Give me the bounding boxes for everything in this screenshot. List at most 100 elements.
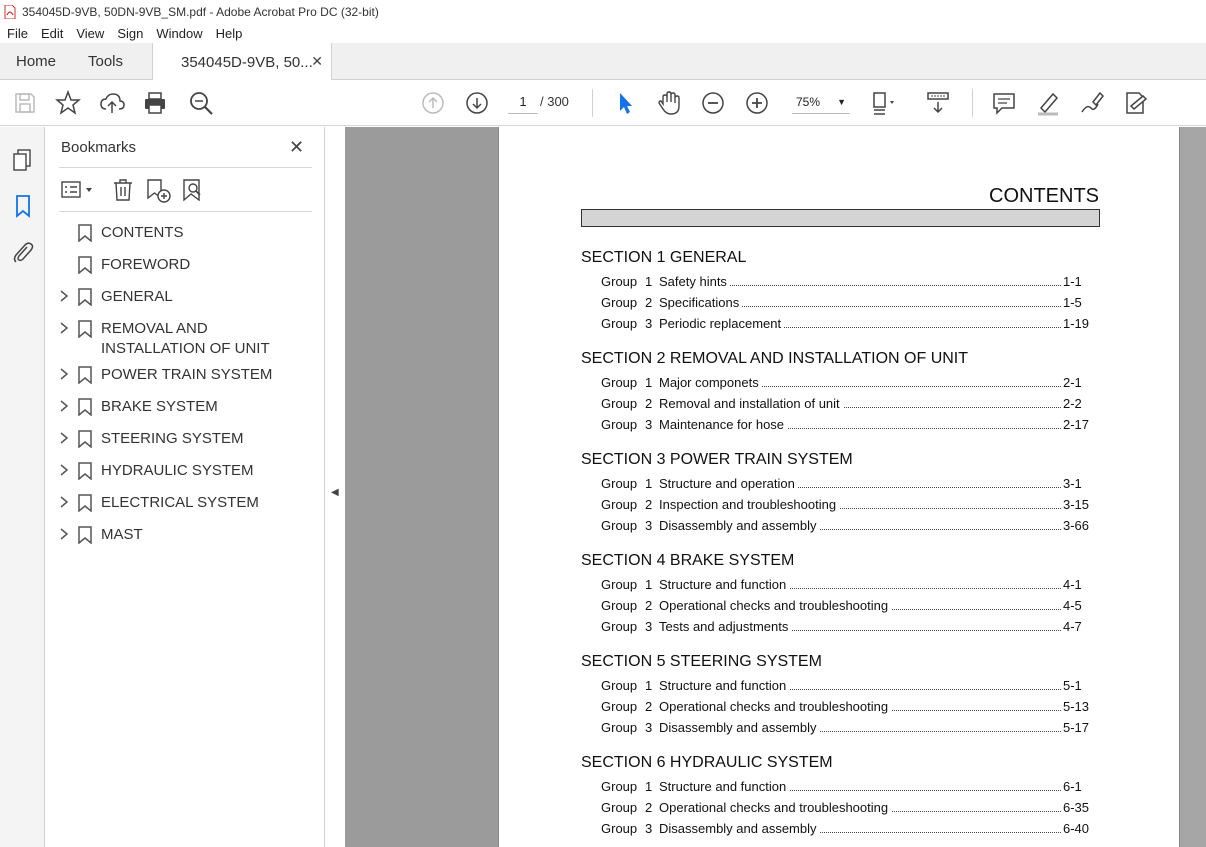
group-number: 3: [645, 821, 653, 836]
bookmark-label: REMOVAL AND INSTALLATION OF UNIT: [101, 320, 270, 357]
page-ref: 2-2: [1063, 396, 1082, 411]
toc-entry[interactable]: Group 2 Operational checks and troubleshoo…: [581, 798, 1101, 819]
chevron-right-icon[interactable]: [59, 321, 69, 335]
toc-section: SECTION 5 STEERING SYSTEM Group 1 Structure…: [581, 651, 1101, 739]
draw-icon[interactable]: [1079, 90, 1105, 116]
toc-entry[interactable]: Group 2 Operational checks and troubleshoo…: [581, 596, 1101, 617]
group-number: 3: [645, 316, 653, 331]
delete-icon[interactable]: [111, 177, 135, 203]
toc-entry[interactable]: Group 1 Structure and function 6-1: [581, 777, 1101, 798]
group-number: 2: [645, 497, 653, 512]
toolbar: [0, 80, 1206, 126]
toc-entry[interactable]: Group 3 Periodic replacement 1-19: [581, 314, 1101, 335]
find-bookmark-icon[interactable]: [181, 177, 207, 203]
chevron-right-icon[interactable]: [59, 399, 69, 413]
toc-entry[interactable]: Group 1 Major componets 2-1: [581, 373, 1101, 394]
options-icon[interactable]: [61, 177, 97, 203]
bookmark-label: FOREWORD: [101, 256, 191, 273]
attachment-icon[interactable]: [10, 239, 36, 265]
page-up-icon[interactable]: [420, 90, 446, 116]
toc-entry[interactable]: Group 1 Structure and function 5-1: [581, 676, 1101, 697]
toc-entry[interactable]: Group 3 Disassembly and assembly 5-17: [581, 718, 1101, 739]
tab-document[interactable]: 354045D-9VB, 50... ✕: [152, 43, 332, 81]
group-number: 3: [645, 720, 653, 735]
toc-entry[interactable]: Group 2 Removal and installation of unit 2-…: [581, 394, 1101, 415]
toc-entry[interactable]: Group 3 Tests and adjustments 4-7: [581, 617, 1101, 638]
tab-tools[interactable]: Tools: [88, 43, 123, 80]
close-icon[interactable]: ✕: [311, 53, 323, 70]
page-number-input[interactable]: 1: [508, 90, 538, 114]
bookmark-label: STEERING SYSTEM: [101, 430, 244, 447]
menu-window[interactable]: Window: [149, 26, 208, 41]
menu-sign[interactable]: Sign: [110, 26, 149, 41]
pdf-page: CONTENTS SECTION 1 GENERAL Group 1 Safety h…: [498, 127, 1180, 847]
bookmarks-icon[interactable]: [10, 193, 36, 219]
group-number: 1: [645, 678, 653, 693]
tab-document-label: 354045D-9VB, 50...: [181, 53, 313, 71]
chevron-right-icon[interactable]: [59, 527, 69, 541]
menu-file[interactable]: File: [0, 26, 34, 41]
group-title: Operational checks and troubleshooting: [659, 800, 892, 815]
section-title: SECTION 6 HYDRAULIC SYSTEM: [581, 754, 833, 771]
tab-home[interactable]: Home: [16, 43, 56, 80]
zoom-out-icon[interactable]: [700, 90, 726, 116]
panel-splitter[interactable]: ◀: [325, 127, 345, 847]
tab-bar: Home Tools 354045D-9VB, 50... ✕: [0, 43, 1206, 81]
select-arrow-icon[interactable]: [612, 90, 638, 116]
collapse-panel-icon[interactable]: ◀: [331, 487, 339, 498]
hand-icon[interactable]: [656, 90, 682, 116]
chevron-right-icon[interactable]: [59, 431, 69, 445]
close-icon[interactable]: ✕: [289, 137, 304, 158]
group-number: 2: [645, 598, 653, 613]
page-fit-icon[interactable]: [870, 90, 896, 116]
fill-sign-icon[interactable]: [1123, 90, 1149, 116]
print-icon[interactable]: [142, 90, 168, 116]
chevron-down-icon: ▼: [837, 97, 846, 107]
group-word: Group: [601, 316, 638, 331]
vertical-scrollbar[interactable]: [1180, 127, 1206, 847]
bookmark-label: BRAKE SYSTEM: [101, 398, 218, 415]
chevron-right-icon[interactable]: [59, 495, 69, 509]
chevron-right-icon[interactable]: [59, 463, 69, 477]
divider: [59, 211, 312, 212]
page-ref: 5-13: [1063, 699, 1090, 714]
group-title: Maintenance for hose: [659, 417, 788, 432]
comment-icon[interactable]: [991, 90, 1017, 116]
save-icon[interactable]: [12, 90, 38, 116]
toc-entry[interactable]: Group 2 Specifications 1-5: [581, 293, 1101, 314]
group-title: Structure and function: [659, 678, 790, 693]
toc-entry[interactable]: Group 1 Structure and operation 3-1: [581, 474, 1101, 495]
group-number: 2: [645, 800, 653, 815]
toc-section: SECTION 2 REMOVAL AND INSTALLATION OF UN…: [581, 348, 1101, 436]
chevron-right-icon[interactable]: [59, 367, 69, 381]
highlight-icon[interactable]: [1035, 90, 1061, 116]
toc-entry[interactable]: Group 1 Structure and function 4-1: [581, 575, 1101, 596]
toc-entry[interactable]: Group 1 Safety hints 1-1: [581, 272, 1101, 293]
upload-icon[interactable]: [99, 90, 125, 116]
pdf-file-icon: [4, 4, 16, 19]
toc-entry[interactable]: Group 3 Maintenance for hose 2-17: [581, 415, 1101, 436]
toc-section: SECTION 1 GENERAL Group 1 Safety hints 1-1 Gr…: [581, 247, 1101, 335]
toc-entry[interactable]: Group 2 Inspection and troubleshooting 3-15: [581, 495, 1101, 516]
new-bookmark-icon[interactable]: [145, 177, 171, 203]
toolbar-separator: [972, 89, 973, 117]
group-word: Group: [601, 375, 638, 390]
zoom-select[interactable]: 75% ▼: [792, 90, 850, 114]
search-zoom-icon[interactable]: [188, 90, 214, 116]
menu-edit[interactable]: Edit: [34, 26, 69, 41]
zoom-in-icon[interactable]: [744, 90, 770, 116]
chevron-right-icon[interactable]: [59, 289, 69, 303]
divider: [59, 167, 312, 168]
group-number: 3: [645, 619, 653, 634]
page-down-icon[interactable]: [464, 90, 490, 116]
scroll-mode-icon[interactable]: [925, 90, 951, 116]
pages-thumbnail-icon[interactable]: [10, 147, 36, 173]
toc-entry[interactable]: Group 3 Disassembly and assembly 3-66: [581, 516, 1101, 537]
menu-view[interactable]: View: [69, 26, 110, 41]
bookmark-star-icon[interactable]: [54, 89, 82, 116]
toc-entry[interactable]: Group 3 Disassembly and assembly 6-40: [581, 819, 1101, 840]
menu-help[interactable]: Help: [209, 26, 249, 41]
group-number: 1: [645, 476, 653, 491]
group-number: 2: [645, 699, 653, 714]
toc-entry[interactable]: Group 2 Operational checks and troubleshoo…: [581, 697, 1101, 718]
